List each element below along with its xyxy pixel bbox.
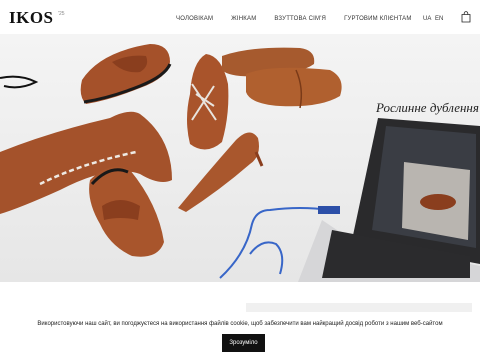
penny-loafer bbox=[89, 166, 164, 257]
lang-en-link[interactable]: EN bbox=[435, 16, 443, 22]
mary-jane-shoes bbox=[222, 47, 342, 109]
lang-ua-link[interactable]: UA bbox=[423, 16, 431, 22]
cookie-text: Використовуючи наш сайт, ви погоджуєтеся… bbox=[37, 321, 443, 327]
nav-item-men[interactable]: ЧОЛОВІКАМ bbox=[176, 16, 213, 22]
nav-item-family[interactable]: ВЗУТТОВА СІМ'Я bbox=[274, 16, 326, 22]
shopping-bag-icon[interactable] bbox=[461, 11, 471, 23]
main-nav: ЧОЛОВІКАМ ЖІНКАМ ВЗУТТОВА СІМ'Я ГУРТОВИМ… bbox=[176, 16, 430, 22]
laptop bbox=[298, 118, 480, 282]
site-header: IKOS '25 ЧОЛОВІКАМ ЖІНКАМ ВЗУТТОВА СІМ'Я… bbox=[0, 0, 480, 34]
nav-item-wholesale[interactable]: ГУРТОВИМ КЛІЄНТАМ bbox=[344, 16, 411, 22]
hero-caption: Рослинне дублення bbox=[376, 100, 479, 115]
cookie-banner: Використовуючи наш сайт, ви погоджуєтеся… bbox=[0, 312, 480, 360]
logo[interactable]: IKOS bbox=[9, 8, 54, 28]
loafer-top-left bbox=[80, 44, 172, 104]
hero-banner[interactable]: Рослинне дублення bbox=[0, 34, 480, 282]
logo-superscript: '25 bbox=[58, 11, 65, 17]
nav-item-women[interactable]: ЖІНКАМ bbox=[231, 16, 256, 22]
hero-image bbox=[0, 44, 480, 282]
cookie-accept-button[interactable]: Зрозуміло bbox=[222, 334, 265, 352]
